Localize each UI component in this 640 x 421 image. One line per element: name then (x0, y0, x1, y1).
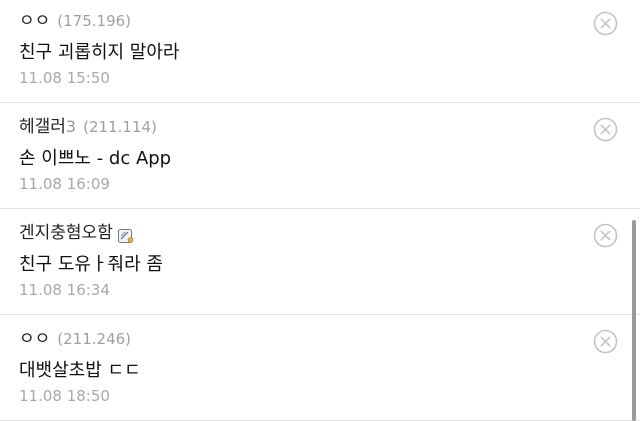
close-circle-icon (593, 329, 618, 354)
comment-author[interactable]: ㅇㅇ (19, 9, 50, 33)
comment-header: 헤갤러 3 (211.114) (19, 115, 157, 139)
delete-comment-button[interactable] (593, 117, 618, 142)
comment-date: 11.08 16:09 (19, 175, 110, 193)
comment-text: 대뱃살초밥 ㄷㄷ (19, 360, 141, 381)
comment-author-suffix: 3 (65, 117, 77, 136)
comment-ip: (211.246) (57, 330, 132, 348)
comment-ip: (211.114) (83, 118, 157, 136)
comment-list: ㅇㅇ (175.196) 친구 괴롭히지 말아라 11.08 15:50 헤갤러… (0, 0, 640, 421)
close-circle-icon (593, 223, 618, 248)
close-circle-icon (593, 11, 618, 36)
scrollbar-thumb[interactable] (632, 220, 636, 421)
close-circle-icon (593, 117, 618, 142)
comment-item: ㅇㅇ (211.246) 대뱃살초밥 ㄷㄷ 11.08 18:50 (0, 315, 640, 421)
comment-date: 11.08 16:34 (19, 281, 110, 299)
comment-header: ㅇㅇ (211.246) (19, 327, 131, 351)
comment-header: ㅇㅇ (175.196) (19, 9, 131, 33)
comment-text: 친구 괴롭히지 말아라 (19, 42, 180, 63)
comment-text: 손 이쁘노 - dc App (19, 148, 172, 169)
delete-comment-button[interactable] (593, 11, 618, 36)
comment-date: 11.08 18:50 (19, 387, 110, 405)
comment-text: 친구 도유ㅏ줘라 좀 (19, 254, 163, 275)
gallog-icon[interactable] (117, 226, 134, 243)
comment-item: 겐지충혐오함 친구 도유ㅏ줘라 좀 11.08 16:34 (0, 209, 640, 315)
comment-author[interactable]: 헤갤러 (19, 115, 66, 139)
comment-ip: (175.196) (57, 12, 132, 30)
comment-header: 겐지충혐오함 (19, 221, 134, 245)
comment-item: 헤갤러 3 (211.114) 손 이쁘노 - dc App 11.08 16:… (0, 103, 640, 209)
comment-author[interactable]: 겐지충혐오함 (19, 221, 113, 245)
comment-date: 11.08 15:50 (19, 69, 110, 87)
comment-author[interactable]: ㅇㅇ (19, 327, 50, 351)
delete-comment-button[interactable] (593, 329, 618, 354)
delete-comment-button[interactable] (593, 223, 618, 248)
comment-item: ㅇㅇ (175.196) 친구 괴롭히지 말아라 11.08 15:50 (0, 0, 640, 103)
scrollbar[interactable] (632, 220, 636, 421)
